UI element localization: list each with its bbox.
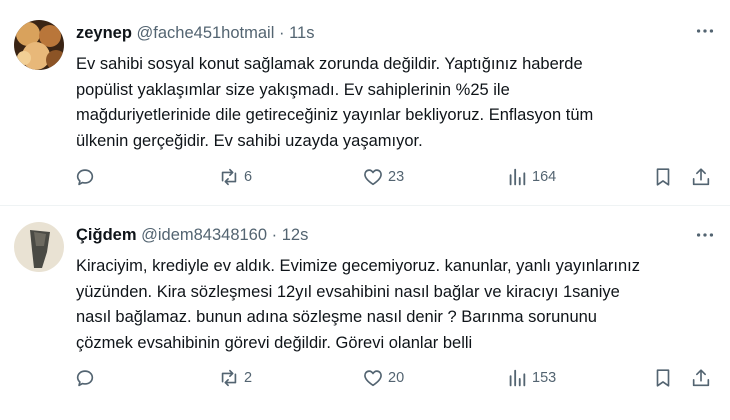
timestamp[interactable]: 12s bbox=[282, 226, 309, 244]
avatar[interactable] bbox=[14, 222, 64, 272]
separator-dot: · bbox=[278, 24, 285, 42]
heart-icon bbox=[364, 370, 382, 387]
bookmark-icon bbox=[656, 168, 670, 186]
views-button[interactable]: 153 bbox=[506, 367, 556, 389]
share-icon bbox=[692, 168, 710, 186]
tweet-text-line: Kiraciyim, krediyle ev aldık. Evimize ge… bbox=[76, 257, 640, 275]
tweet-2[interactable]: Çiğdem @idem84348160 · 12s Kiraciyim, kr… bbox=[0, 206, 730, 420]
tweet-text-line: yüzünden. Kira sözleşmesi 12yıl evsahibi… bbox=[76, 282, 620, 301]
reply-button[interactable] bbox=[74, 166, 96, 188]
like-count: 20 bbox=[388, 370, 405, 386]
repost-count: 6 bbox=[244, 169, 253, 185]
tweet-text-line: nasıl bağlamaz. bunun adına sözleşme nas… bbox=[76, 308, 597, 326]
action-bar: 6 23 164 bbox=[70, 166, 720, 194]
reply-icon bbox=[76, 370, 94, 387]
reply-button[interactable] bbox=[74, 367, 96, 389]
heart-icon bbox=[364, 169, 382, 186]
tweet-text-line: Ev sahibi sosyal konut sağlamak zorunda … bbox=[76, 55, 583, 73]
tweet-text-line: mağduriyetlerinide dile getireceğiniz ya… bbox=[76, 106, 594, 124]
like-count: 23 bbox=[388, 169, 405, 185]
views-count: 153 bbox=[532, 370, 557, 386]
tweet-header: zeynep @fache451hotmail · 11s bbox=[76, 24, 314, 43]
share-icon bbox=[692, 369, 710, 387]
views-icon bbox=[509, 369, 526, 387]
bookmark-icon bbox=[656, 369, 670, 387]
like-button[interactable]: 20 bbox=[362, 367, 404, 389]
bookmark-button[interactable] bbox=[652, 166, 674, 188]
display-name[interactable]: zeynep bbox=[76, 24, 132, 42]
share-button[interactable] bbox=[690, 367, 712, 389]
views-count: 164 bbox=[532, 169, 557, 185]
bookmark-button[interactable] bbox=[652, 367, 674, 389]
user-handle[interactable]: @idem84348160 bbox=[141, 226, 267, 244]
tweet-1[interactable]: zeynep @fache451hotmail · 11s Ev sahibi … bbox=[0, 0, 730, 205]
repost-icon bbox=[221, 168, 237, 186]
repost-count: 2 bbox=[244, 370, 253, 386]
timestamp[interactable]: 11s bbox=[289, 24, 314, 42]
share-button[interactable] bbox=[690, 166, 712, 188]
repost-button[interactable]: 2 bbox=[218, 367, 252, 389]
tweet-text: Kiraciyim, krediyle ev aldık. Evimize ge… bbox=[76, 254, 716, 356]
views-icon bbox=[509, 168, 526, 186]
reply-icon bbox=[76, 169, 94, 186]
tweet-header: Çiğdem @idem84348160 · 12s bbox=[76, 226, 308, 245]
separator-dot: · bbox=[271, 226, 278, 244]
avatar[interactable] bbox=[14, 20, 64, 70]
more-dots-icon[interactable] bbox=[694, 0, 716, 48]
repost-button[interactable]: 6 bbox=[218, 166, 252, 188]
action-bar: 2 20 153 bbox=[70, 367, 720, 395]
tweet-text-line: ülkenin gerçeğidir. Ev sahibi uzayda yaş… bbox=[76, 131, 423, 150]
like-button[interactable]: 23 bbox=[362, 166, 404, 188]
user-handle[interactable]: @fache451hotmail bbox=[137, 24, 275, 42]
display-name[interactable]: Çiğdem bbox=[76, 226, 137, 244]
tweet-text-line: çözmek evsahibinin görevi değildir. Göre… bbox=[76, 333, 473, 352]
views-button[interactable]: 164 bbox=[506, 166, 556, 188]
more-dots-icon[interactable] bbox=[694, 204, 716, 252]
tweet-text-line: popülist yaklaşımlar size yakışmadı. Ev … bbox=[76, 80, 510, 99]
tweet-text: Ev sahibi sosyal konut sağlamak zorunda … bbox=[76, 52, 716, 154]
repost-icon bbox=[221, 369, 237, 387]
